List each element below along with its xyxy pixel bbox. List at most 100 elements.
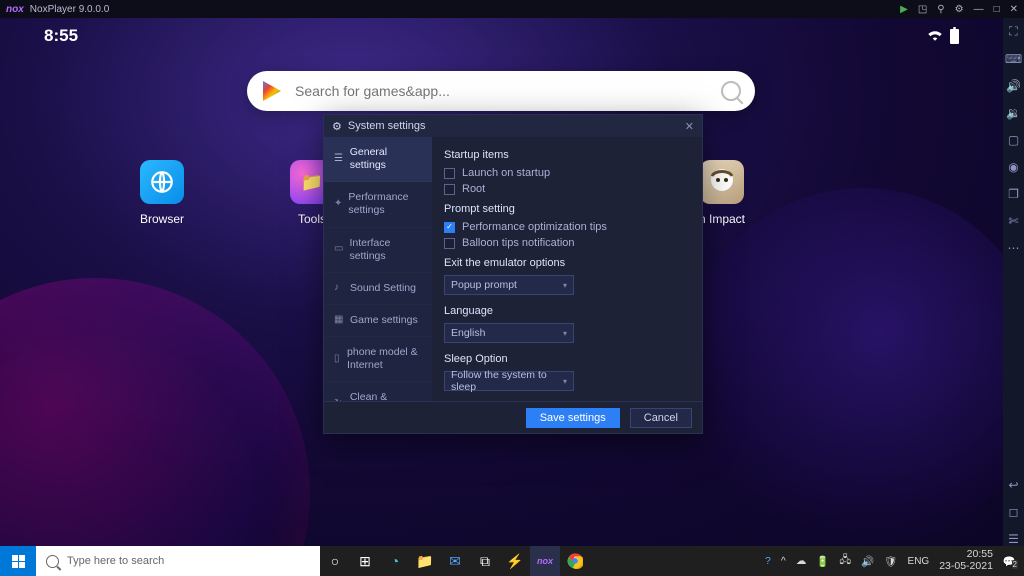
- section-sleep-header: Sleep Option: [444, 353, 690, 365]
- app-browser-label: Browser: [140, 212, 184, 226]
- help-tray-icon[interactable]: ?: [765, 555, 771, 567]
- sidebar-item-game[interactable]: ▦ Game settings: [324, 305, 432, 337]
- sidebar-item-performance[interactable]: ✦Performance settings: [324, 182, 432, 227]
- gamepad-icon: ▦: [334, 314, 344, 327]
- file-explorer-icon[interactable]: 📁: [410, 546, 440, 576]
- taskbar-clock[interactable]: 20:55 23-05-2021: [939, 549, 993, 572]
- screenshot-icon[interactable]: ▢: [1008, 133, 1019, 147]
- network-tray-icon[interactable]: 🖧: [839, 552, 851, 570]
- sidebar-item-cleanup[interactable]: ↻Clean & Backup: [324, 382, 432, 401]
- window-icon: ▭: [334, 243, 343, 256]
- speaker-icon: ♪: [334, 282, 344, 295]
- button-label: Cancel: [644, 412, 678, 424]
- cube-icon[interactable]: ◳: [918, 4, 927, 15]
- maximize-icon[interactable]: □: [994, 4, 1000, 15]
- windows-logo-icon: [12, 555, 25, 568]
- settings-content: Startup items Launch on startup Root Pro…: [432, 137, 702, 401]
- select-sleep-option[interactable]: Follow the system to sleep▾: [444, 371, 574, 391]
- app-browser[interactable]: Browser: [132, 160, 192, 226]
- tray-chevron-icon[interactable]: ^: [781, 555, 786, 567]
- recents-icon[interactable]: ☰: [1008, 532, 1019, 546]
- checkbox-icon: [444, 222, 455, 233]
- app-titlebar: nox NoxPlayer 9.0.0.0 ▶ ◳ ⚲ ⚙ — □ ✕: [0, 0, 1024, 18]
- taskbar-search[interactable]: Type here to search: [36, 546, 320, 576]
- section-exit-header: Exit the emulator options: [444, 257, 690, 269]
- sidebar-item-interface[interactable]: ▭ Interface settings: [324, 228, 432, 273]
- dropbox-icon[interactable]: ⧉: [470, 546, 500, 576]
- chrome-icon[interactable]: [560, 546, 590, 576]
- notifications-tray-icon[interactable]: 💬2: [1003, 555, 1016, 568]
- notif-count-badge: 2: [1012, 560, 1018, 569]
- gear-icon: ⚙: [332, 120, 342, 133]
- nox-taskbar-icon[interactable]: nox: [530, 546, 560, 576]
- checkbox-icon: [444, 168, 455, 179]
- volume-down-icon[interactable]: 🔉: [1006, 106, 1021, 120]
- sidebar-item-general[interactable]: ☰ General settings: [324, 137, 432, 182]
- back-icon[interactable]: ↩: [1008, 478, 1018, 492]
- checkbox-perf-tips[interactable]: Performance optimization tips: [444, 221, 690, 233]
- button-label: Save settings: [540, 412, 606, 424]
- search-bar[interactable]: [247, 71, 755, 111]
- sidebar-item-label: Sound Setting: [350, 282, 416, 295]
- volume-tray-icon[interactable]: 🔊: [861, 555, 874, 568]
- checkbox-label: Performance optimization tips: [462, 221, 607, 233]
- sidebar-item-label: Interface settings: [349, 237, 424, 263]
- keyboard-map-icon[interactable]: ⌨: [1005, 52, 1022, 66]
- play-store-icon: [261, 81, 281, 101]
- onedrive-tray-icon[interactable]: ☁: [796, 555, 807, 567]
- more-icon[interactable]: ⋯: [1008, 241, 1020, 255]
- sidebar-item-phone[interactable]: ▯ phone model & Internet: [324, 337, 432, 382]
- sliders-icon: ☰: [334, 153, 344, 166]
- phone-icon: ▯: [334, 353, 341, 366]
- task-view-icon[interactable]: ⊞: [350, 546, 380, 576]
- plus-icon: ✦: [334, 198, 342, 211]
- section-startup-header: Startup items: [444, 149, 690, 161]
- mail-icon[interactable]: ✉: [440, 546, 470, 576]
- dialog-footer: Save settings Cancel: [324, 401, 702, 433]
- save-settings-button[interactable]: Save settings: [526, 408, 620, 428]
- cancel-button[interactable]: Cancel: [630, 408, 692, 428]
- sidebar-item-label: Game settings: [350, 314, 418, 327]
- start-button[interactable]: [0, 546, 36, 576]
- chevron-down-icon: ▾: [563, 377, 567, 386]
- checkbox-root[interactable]: Root: [444, 183, 690, 195]
- checkbox-icon: [444, 184, 455, 195]
- search-input[interactable]: [295, 83, 707, 99]
- fullscreen-icon[interactable]: ⛶: [1009, 24, 1017, 39]
- battery-icon: [950, 29, 959, 44]
- multi-instance-icon[interactable]: ❐: [1008, 187, 1019, 201]
- scissors-icon[interactable]: ✄: [1008, 214, 1018, 228]
- sidebar-item-label: phone model & Internet: [347, 346, 424, 372]
- select-exit-option[interactable]: Popup prompt▾: [444, 275, 574, 295]
- thunder-icon[interactable]: ⚡: [500, 546, 530, 576]
- select-value: Follow the system to sleep: [451, 369, 563, 393]
- sidebar-item-label: General settings: [350, 146, 424, 172]
- select-language[interactable]: English▾: [444, 323, 574, 343]
- record-icon[interactable]: ◉: [1008, 160, 1018, 174]
- defender-tray-icon[interactable]: 🛡: [884, 555, 897, 568]
- checkbox-launch-startup[interactable]: Launch on startup: [444, 167, 690, 179]
- cortana-icon[interactable]: ○: [320, 546, 350, 576]
- play-store-icon[interactable]: ▶: [900, 4, 908, 15]
- gear-icon[interactable]: ⚙: [955, 4, 964, 15]
- checkbox-label: Balloon tips notification: [462, 237, 575, 249]
- volume-up-icon[interactable]: 🔊: [1006, 79, 1021, 93]
- search-icon[interactable]: [721, 81, 741, 101]
- language-indicator[interactable]: ENG: [908, 556, 930, 567]
- edge-icon[interactable]: ◔: [380, 546, 410, 576]
- genshin-icon: [700, 160, 744, 204]
- chevron-down-icon: ▾: [563, 281, 567, 290]
- app-tools-label: Tools: [298, 212, 326, 226]
- pin-icon[interactable]: ⚲: [937, 4, 944, 15]
- minimize-icon[interactable]: —: [974, 4, 984, 15]
- close-icon[interactable]: ✕: [1010, 4, 1018, 15]
- taskbar-date: 23-05-2021: [939, 561, 993, 573]
- select-value: English: [451, 327, 485, 339]
- clock-time: 8:55: [44, 26, 78, 46]
- checkbox-balloon[interactable]: Balloon tips notification: [444, 237, 690, 249]
- battery-tray-icon[interactable]: 🔋: [816, 555, 829, 568]
- sidebar-item-sound[interactable]: ♪ Sound Setting: [324, 273, 432, 305]
- home-icon[interactable]: ◻: [1009, 505, 1019, 519]
- wifi-icon: [926, 26, 944, 46]
- dialog-close-button[interactable]: ✕: [685, 120, 694, 133]
